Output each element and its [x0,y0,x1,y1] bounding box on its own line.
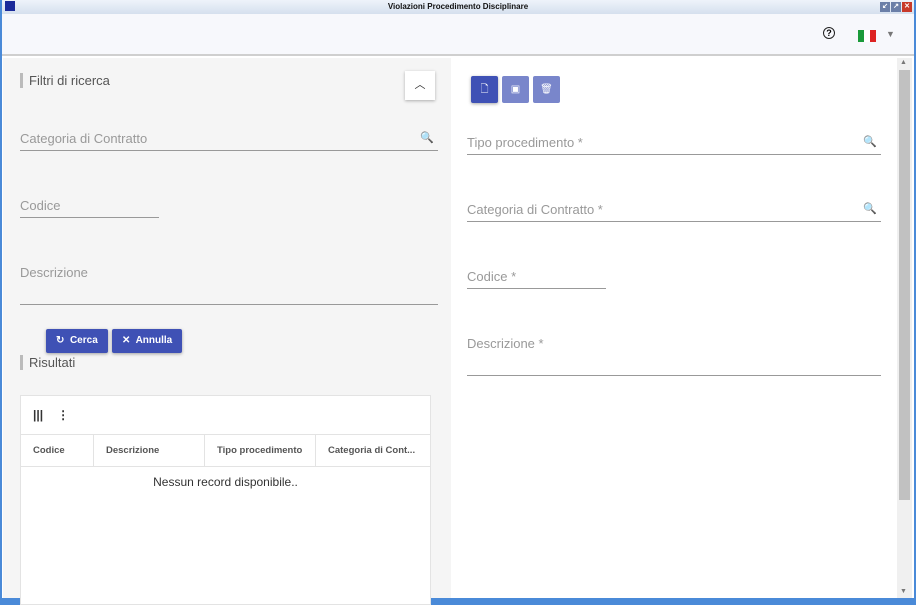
tipo-procedimento-input[interactable]: Tipo procedimento * 🔍 [467,135,881,155]
codice-placeholder: Codice * [467,269,517,284]
new-button[interactable]: 🗋 [471,76,498,103]
search-icon[interactable]: 🔍 [863,202,877,215]
filters-title: Filtri di ricerca [20,73,110,88]
close-icon: ✕ [122,335,131,346]
categoria-input[interactable]: Categoria di Contratto * 🔍 [467,202,881,222]
save-button[interactable]: ▣ [502,76,529,103]
grid-header: Codice Descrizione Tipo procedimento Cat… [21,434,430,467]
column-header-tipo[interactable]: Tipo procedimento [205,435,316,466]
column-header-codice[interactable]: Codice [21,435,94,466]
italian-flag-icon[interactable] [858,30,876,42]
vertical-scrollbar[interactable]: ▲ ▼ [897,58,912,598]
scrollbar-thumb[interactable] [899,70,910,500]
more-vert-icon[interactable]: ⋮ [57,408,69,434]
search-icon[interactable]: 🔍 [863,135,877,148]
detail-panel: 🗋 ▣ 🗑 Tipo procedimento * 🔍 Categoria di … [451,58,897,598]
search-icon[interactable]: 🔍 [420,131,434,144]
cancel-button[interactable]: ✕ Annulla [112,329,182,353]
search-button[interactable]: ↻ Cerca [46,329,108,353]
scroll-up-icon[interactable]: ▲ [900,59,907,66]
codice-input[interactable]: Codice * [467,269,606,289]
categoria-placeholder: Categoria di Contratto * [467,202,603,217]
filter-panel: Filtri di ricerca ︿ Categoria di Contrat… [3,58,451,605]
cancel-label: Annulla [135,335,173,346]
categoria-placeholder: Categoria di Contratto [20,131,148,146]
scroll-down-icon[interactable]: ▼ [900,588,907,595]
results-title: Risultati [20,355,75,370]
refresh-icon: ↻ [56,335,65,346]
app-icon [5,1,15,11]
title-bar: Violazioni Procedimento Disciplinare ↙ ↗… [2,0,914,14]
columns-icon[interactable]: ||| [33,408,43,434]
column-header-descrizione[interactable]: Descrizione [94,435,205,466]
app-window: Violazioni Procedimento Disciplinare ↙ ↗… [2,0,914,605]
codice-placeholder: Codice [20,198,61,213]
descrizione-placeholder: Descrizione [20,265,88,280]
results-grid: ||| ⋮ Codice Descrizione Tipo procediment… [20,395,431,605]
app-header: ? ▼ [2,14,914,56]
empty-message: Nessun record disponibile.. [153,475,298,489]
tipo-placeholder: Tipo procedimento * [467,135,583,150]
codice-filter-input[interactable]: Codice [20,198,159,218]
descrizione-filter-textarea[interactable]: Descrizione [20,265,438,305]
minimize-icon[interactable]: ↙ [880,2,890,12]
search-label: Cerca [69,335,98,346]
trash-icon: 🗑 [540,84,553,95]
help-icon[interactable]: ? [823,27,835,39]
categoria-filter-input[interactable]: Categoria di Contratto 🔍 [20,131,438,151]
column-header-categoria[interactable]: Categoria di Cont... [316,435,430,466]
collapse-filters-button[interactable]: ︿ [405,71,435,100]
language-dropdown-icon[interactable]: ▼ [886,29,895,39]
descrizione-textarea[interactable]: Descrizione * [467,336,881,376]
descrizione-placeholder: Descrizione * [467,336,544,351]
window-title: Violazioni Procedimento Disciplinare [387,2,529,11]
maximize-icon[interactable]: ↗ [891,2,901,12]
delete-button[interactable]: 🗑 [533,76,560,103]
close-icon[interactable]: ✕ [902,2,912,12]
new-document-icon: 🗋 [480,84,489,95]
save-icon: ▣ [510,84,521,95]
